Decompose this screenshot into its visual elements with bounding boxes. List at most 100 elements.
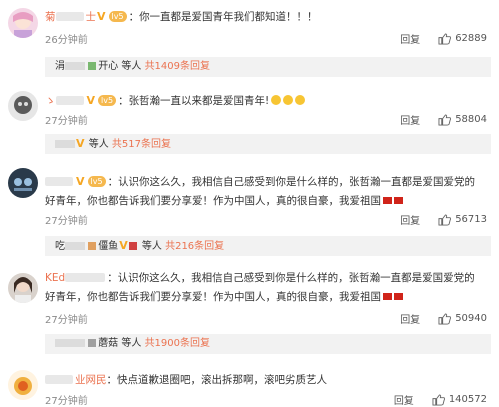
comment-time: 26分钟前 <box>45 35 88 46</box>
avatar[interactable] <box>8 273 38 303</box>
like-button[interactable]: 50940 <box>438 312 487 325</box>
avatar[interactable] <box>8 91 38 121</box>
comment-time: 27分钟前 <box>45 396 88 407</box>
blurred-name <box>45 177 73 186</box>
thumbs-up-icon <box>438 32 452 45</box>
sub-middle: 等人 <box>121 338 142 349</box>
sub-count[interactable]: 共1900条回复 <box>145 338 210 349</box>
level-badge: lv5 <box>108 11 127 22</box>
comment-time: 27分钟前 <box>45 216 88 227</box>
like-button[interactable]: 58804 <box>438 113 487 126</box>
avatar[interactable] <box>8 370 38 400</box>
blurred-name <box>55 12 84 21</box>
username[interactable]: 菊 <box>45 11 56 23</box>
like-count: 140572 <box>448 394 487 405</box>
separator: ： <box>106 374 118 386</box>
verified-badge-icon: V <box>97 10 106 23</box>
separator: ： <box>128 11 140 23</box>
sub-count[interactable]: 共1409条回复 <box>145 61 210 72</box>
comment-body: 快点道歉退圈吧，滚出拆那啊，滚吧劣质艺人 <box>117 374 327 386</box>
separator: ： <box>118 95 129 107</box>
sub-middle: 等人 <box>141 241 162 252</box>
blurred-name <box>55 140 75 148</box>
sub-middle: 等人 <box>88 139 109 150</box>
avatar-square-icon <box>88 339 97 347</box>
sub-name[interactable]: 僵鱼 <box>98 241 118 252</box>
sub-count[interactable]: 共517条回复 <box>112 139 171 150</box>
sub-name[interactable]: 蘑菇 <box>98 338 118 349</box>
sub-replies[interactable]: 吃 僵鱼V 等人 共216条回复 <box>45 236 491 256</box>
verified-badge-icon: V <box>119 239 128 252</box>
reply-button[interactable]: 回复 <box>400 311 420 326</box>
separator: ： <box>107 176 119 188</box>
reply-button[interactable]: 回复 <box>400 212 420 227</box>
verified-badge-icon: V <box>76 137 85 150</box>
level-badge: lv5 <box>87 176 106 187</box>
sub-name[interactable]: 开心 <box>98 61 118 72</box>
sub-prefix: 涓 <box>55 61 65 72</box>
avatar-square-icon <box>128 242 137 250</box>
blurred-name <box>65 62 85 70</box>
comment-text: 菊 士V lv5 ：你一直都是爱国青年我们都知道！！！ <box>45 7 485 27</box>
sub-replies[interactable]: 蘑菇 等人 共1900条回复 <box>45 334 491 354</box>
sub-middle: 等人 <box>121 61 142 72</box>
blurred-name <box>45 375 73 384</box>
china-flag-icon <box>394 197 403 204</box>
blurred-name <box>65 273 106 282</box>
crying-emoji-icon <box>295 95 306 105</box>
comment-text: KEd ：认识你这么久，我相信自己感受到你是什么样的，张哲瀚一直都是爱国爱党的好青… <box>45 269 485 307</box>
username-suffix[interactable]: 士 <box>86 11 97 23</box>
thumbs-up-icon <box>438 312 452 325</box>
comment-text: ゝ Vlv5 ：张哲瀚一直以来都是爱国青年! <box>45 91 485 111</box>
crying-emoji-icon <box>271 95 282 105</box>
blurred-name <box>55 339 85 347</box>
sub-prefix: 吃 <box>55 241 65 252</box>
comment-time: 27分钟前 <box>45 315 88 326</box>
sub-replies[interactable]: 涓 开心 等人 共1409条回复 <box>45 57 491 77</box>
username[interactable]: ゝ <box>45 95 56 107</box>
avatar-square-icon <box>88 62 97 70</box>
comment-item: KEd ：认识你这么久，我相信自己感受到你是什么样的，张哲瀚一直都是爱国爱党的好青… <box>0 265 499 365</box>
comment-actions: 回复 140572 <box>394 392 487 407</box>
verified-badge-icon: V <box>76 175 85 188</box>
avatar[interactable] <box>8 168 38 198</box>
like-count: 56713 <box>455 214 487 225</box>
crying-emoji-icon <box>283 95 294 105</box>
like-count: 58804 <box>455 114 487 125</box>
comment-item: ゝ Vlv5 ：张哲瀚一直以来都是爱国青年! 27分钟前 回复 58804 V 等人… <box>0 84 499 164</box>
china-flag-icon <box>383 197 392 204</box>
comment-item: Vlv5 ：认识你这么久，我相信自己感受到你是什么样的，张哲瀚一直都是爱国爱党的好… <box>0 160 499 260</box>
like-count: 50940 <box>455 313 487 324</box>
reply-button[interactable]: 回复 <box>394 392 414 407</box>
thumbs-up-icon <box>438 113 452 126</box>
username[interactable]: KEd <box>45 272 65 284</box>
level-badge: lv5 <box>98 95 117 106</box>
comment-actions: 回复 62889 <box>400 31 487 46</box>
comment-item: 菊士V lv5 ：你一直都是爱国青年我们都知道！！！ 26分钟前 回复 62889 … <box>0 0 499 77</box>
comment-body: 你一直都是爱国青年我们都知道！！！ <box>139 11 318 23</box>
thumbs-up-icon <box>438 213 452 226</box>
thumbs-up-icon <box>432 393 445 406</box>
reply-button[interactable]: 回复 <box>400 31 420 46</box>
blurred-name <box>55 96 84 105</box>
comment-actions: 回复 56713 <box>400 212 487 227</box>
comment-text: 业网民：快点道歉退圈吧，滚出拆那啊，滚吧劣质艺人 <box>45 371 485 390</box>
comment-item: 业网民：快点道歉退圈吧，滚出拆那啊，滚吧劣质艺人 27分钟前 回复 140572 <box>0 364 499 407</box>
reply-button[interactable]: 回复 <box>400 112 420 127</box>
sub-count[interactable]: 共216条回复 <box>165 241 224 252</box>
like-button[interactable]: 62889 <box>438 32 487 45</box>
like-count: 62889 <box>455 33 487 44</box>
avatar[interactable] <box>8 8 38 38</box>
china-flag-icon <box>383 293 392 300</box>
username[interactable]: 业网民 <box>75 374 107 386</box>
comment-actions: 回复 58804 <box>400 112 487 127</box>
like-button[interactable]: 56713 <box>438 213 487 226</box>
comment-time: 27分钟前 <box>45 116 88 127</box>
comment-actions: 回复 50940 <box>400 311 487 326</box>
china-flag-icon <box>394 293 403 300</box>
comment-body: 张哲瀚一直以来都是爱国青年! <box>128 95 270 107</box>
like-button[interactable]: 140572 <box>432 393 487 406</box>
sub-replies[interactable]: V 等人 共517条回复 <box>45 134 491 154</box>
comment-text: Vlv5 ：认识你这么久，我相信自己感受到你是什么样的，张哲瀚一直都是爱国爱党的好… <box>45 172 485 211</box>
blurred-name <box>65 242 85 250</box>
